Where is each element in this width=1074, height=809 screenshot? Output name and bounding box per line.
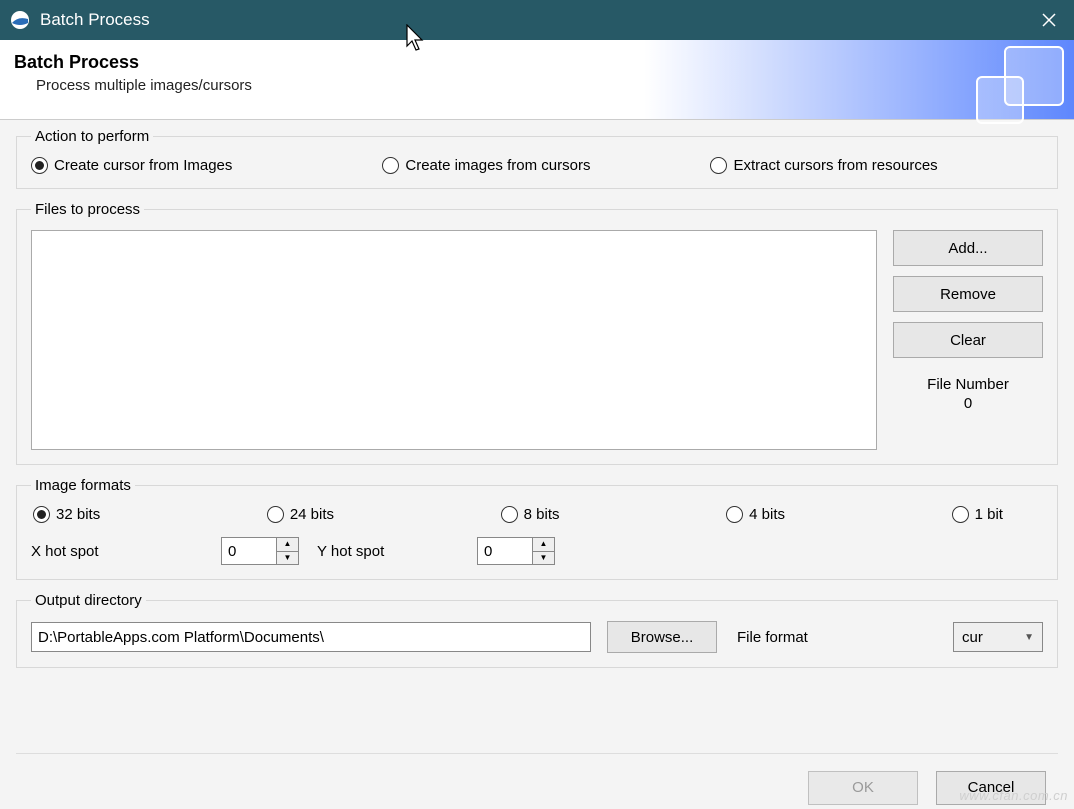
action-to-perform-group: Action to perform Create cursor from Ima… xyxy=(16,128,1058,189)
close-button[interactable] xyxy=(1024,0,1074,40)
dialog-body: Action to perform Create cursor from Ima… xyxy=(0,120,1074,809)
radio-icon xyxy=(382,157,399,174)
radio-label: Create images from cursors xyxy=(405,157,590,174)
radio-icon xyxy=(31,157,48,174)
radio-create-images-from-cursors[interactable]: Create images from cursors xyxy=(382,157,590,174)
file-format-label: File format xyxy=(737,629,808,646)
radio-label: Extract cursors from resources xyxy=(733,157,937,174)
radio-32-bits[interactable]: 32 bits xyxy=(33,506,100,523)
radio-create-cursor-from-images[interactable]: Create cursor from Images xyxy=(31,157,232,174)
action-legend: Action to perform xyxy=(31,128,153,145)
files-legend: Files to process xyxy=(31,201,144,218)
remove-button[interactable]: Remove xyxy=(893,276,1043,312)
file-list[interactable] xyxy=(31,230,877,450)
ok-button[interactable]: OK xyxy=(808,771,918,805)
output-directory-input[interactable]: D:\PortableApps.com Platform\Documents\ xyxy=(31,622,591,652)
radio-label: 4 bits xyxy=(749,506,785,523)
spinner-up-icon[interactable]: ▲ xyxy=(277,538,298,552)
output-legend: Output directory xyxy=(31,592,146,609)
x-hotspot-value: 0 xyxy=(222,538,276,564)
radio-icon xyxy=(952,506,969,523)
clear-button[interactable]: Clear xyxy=(893,322,1043,358)
radio-label: 8 bits xyxy=(524,506,560,523)
dialog-button-bar: OK Cancel xyxy=(16,753,1058,809)
radio-1-bit[interactable]: 1 bit xyxy=(952,506,1003,523)
file-number-value: 0 xyxy=(893,395,1043,412)
formats-legend: Image formats xyxy=(31,477,135,494)
file-number-label: File Number 0 xyxy=(893,376,1043,412)
radio-label: 24 bits xyxy=(290,506,334,523)
radio-icon xyxy=(726,506,743,523)
browse-button[interactable]: Browse... xyxy=(607,621,717,653)
add-button[interactable]: Add... xyxy=(893,230,1043,266)
file-format-combo[interactable]: cur ▼ xyxy=(953,622,1043,652)
spinner-up-icon[interactable]: ▲ xyxy=(533,538,554,552)
file-format-value: cur xyxy=(962,629,1024,646)
page-title: Batch Process xyxy=(14,52,1054,73)
radio-icon xyxy=(710,157,727,174)
radio-extract-cursors-from-resources[interactable]: Extract cursors from resources xyxy=(710,157,937,174)
radio-label: 32 bits xyxy=(56,506,100,523)
app-icon xyxy=(10,10,30,30)
x-hotspot-label: X hot spot xyxy=(31,543,221,560)
close-icon xyxy=(1042,13,1056,27)
window-title: Batch Process xyxy=(40,10,150,30)
spinner-down-icon[interactable]: ▼ xyxy=(533,552,554,565)
radio-icon xyxy=(33,506,50,523)
x-hotspot-spinner[interactable]: 0 ▲ ▼ xyxy=(221,537,299,565)
radio-8-bits[interactable]: 8 bits xyxy=(501,506,560,523)
radio-24-bits[interactable]: 24 bits xyxy=(267,506,334,523)
dialog-header: Batch Process Process multiple images/cu… xyxy=(0,40,1074,120)
spinner-down-icon[interactable]: ▼ xyxy=(277,552,298,565)
radio-label: Create cursor from Images xyxy=(54,157,232,174)
radio-icon xyxy=(501,506,518,523)
y-hotspot-value: 0 xyxy=(478,538,532,564)
image-formats-group: Image formats 32 bits 24 bits 8 bits 4 b… xyxy=(16,477,1058,580)
title-bar: Batch Process xyxy=(0,0,1074,40)
chevron-down-icon: ▼ xyxy=(1024,632,1034,643)
radio-4-bits[interactable]: 4 bits xyxy=(726,506,785,523)
radio-icon xyxy=(267,506,284,523)
cancel-button[interactable]: Cancel xyxy=(936,771,1046,805)
y-hotspot-label: Y hot spot xyxy=(317,543,477,560)
output-directory-group: Output directory D:\PortableApps.com Pla… xyxy=(16,592,1058,668)
y-hotspot-spinner[interactable]: 0 ▲ ▼ xyxy=(477,537,555,565)
files-to-process-group: Files to process Add... Remove Clear Fil… xyxy=(16,201,1058,465)
page-subtitle: Process multiple images/cursors xyxy=(36,77,1054,94)
radio-label: 1 bit xyxy=(975,506,1003,523)
